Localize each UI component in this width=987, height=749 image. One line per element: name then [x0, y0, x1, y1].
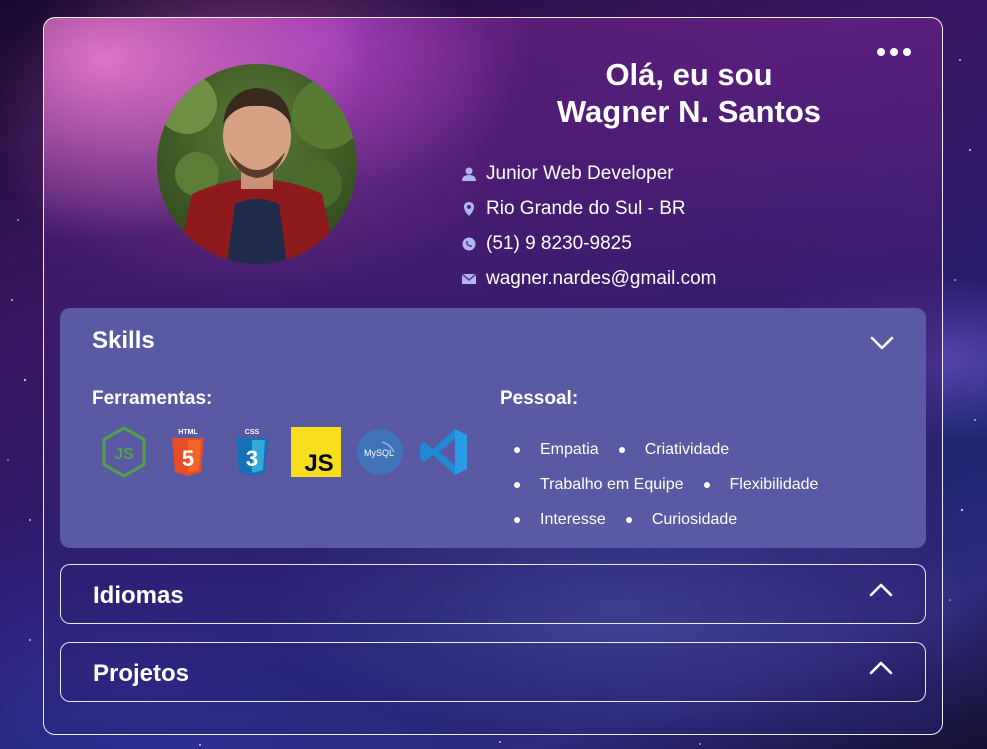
dot	[877, 48, 885, 56]
info-row-location: Rio Grande do Sul - BR	[462, 191, 717, 226]
profile-card: Olá, eu sou Wagner N. Santos Junior Web …	[43, 17, 943, 735]
soft-skill-item: Criatividade	[619, 441, 729, 459]
html5-icon: HTML 5	[162, 426, 214, 478]
svg-text:JS: JS	[114, 446, 134, 463]
mail-icon	[462, 271, 476, 287]
soft-skills-row: Empatia Criatividade	[514, 432, 838, 467]
svg-text:HTML: HTML	[178, 429, 198, 436]
contact-info: Junior Web Developer Rio Grande do Sul -…	[462, 156, 717, 296]
tools-label: Ferramentas:	[92, 388, 213, 409]
svg-text:MySQL: MySQL	[364, 448, 394, 458]
languages-title: Idiomas	[93, 582, 184, 609]
chevron-down-icon[interactable]	[870, 336, 894, 350]
dot	[890, 48, 898, 56]
mysql-icon: MySQL	[354, 426, 406, 478]
vscode-icon	[418, 426, 470, 478]
svg-text:JS: JS	[304, 450, 333, 477]
soft-skill-item: Interesse	[514, 511, 606, 529]
soft-skills-row: Interesse Curiosidade	[514, 502, 838, 537]
soft-skill-item: Empatia	[514, 441, 599, 459]
role-text: Junior Web Developer	[486, 162, 674, 184]
svg-text:CSS: CSS	[245, 429, 260, 436]
info-row-phone: (51) 9 8230-9825	[462, 226, 717, 261]
greeting: Olá, eu sou	[605, 57, 773, 92]
dot	[903, 48, 911, 56]
languages-panel[interactable]: Idiomas	[60, 564, 926, 624]
css3-icon: CSS 3	[226, 426, 278, 478]
soft-skills-row: Trabalho em Equipe Flexibilidade	[514, 467, 838, 502]
projects-title: Projetos	[93, 660, 190, 687]
svg-text:3: 3	[246, 446, 258, 471]
tools-list: JS HTML 5 CSS 3 JS MySQL	[98, 426, 470, 478]
skills-title[interactable]: Skills	[92, 327, 155, 355]
chevron-up-icon[interactable]	[869, 583, 893, 597]
headline: Olá, eu sou Wagner N. Santos	[529, 56, 849, 130]
whatsapp-icon	[462, 236, 476, 252]
avatar-photo	[157, 74, 357, 264]
avatar	[157, 64, 357, 264]
info-row-email: wagner.nardes@gmail.com	[462, 261, 717, 296]
skills-panel: Skills Ferramentas: JS HTML 5 CSS 3 JS M…	[60, 308, 926, 548]
personal-label: Pessoal:	[500, 388, 579, 409]
chevron-up-icon[interactable]	[869, 661, 893, 675]
nodejs-icon: JS	[98, 426, 150, 478]
email-text: wagner.nardes@gmail.com	[486, 267, 717, 289]
soft-skill-item: Trabalho em Equipe	[514, 476, 684, 494]
soft-skill-item: Flexibilidade	[704, 476, 819, 494]
svg-text:5: 5	[182, 446, 194, 471]
location-text: Rio Grande do Sul - BR	[486, 197, 686, 219]
user-icon	[462, 166, 476, 182]
soft-skill-item: Curiosidade	[626, 511, 737, 529]
info-row-role: Junior Web Developer	[462, 156, 717, 191]
location-pin-icon	[462, 201, 476, 217]
phone-text: (51) 9 8230-9825	[486, 232, 632, 254]
more-options-button[interactable]	[877, 48, 911, 56]
javascript-icon: JS	[290, 426, 342, 478]
soft-skills-list: Empatia Criatividade Trabalho em Equipe …	[514, 432, 838, 537]
projects-panel[interactable]: Projetos	[60, 642, 926, 702]
full-name: Wagner N. Santos	[556, 94, 822, 129]
